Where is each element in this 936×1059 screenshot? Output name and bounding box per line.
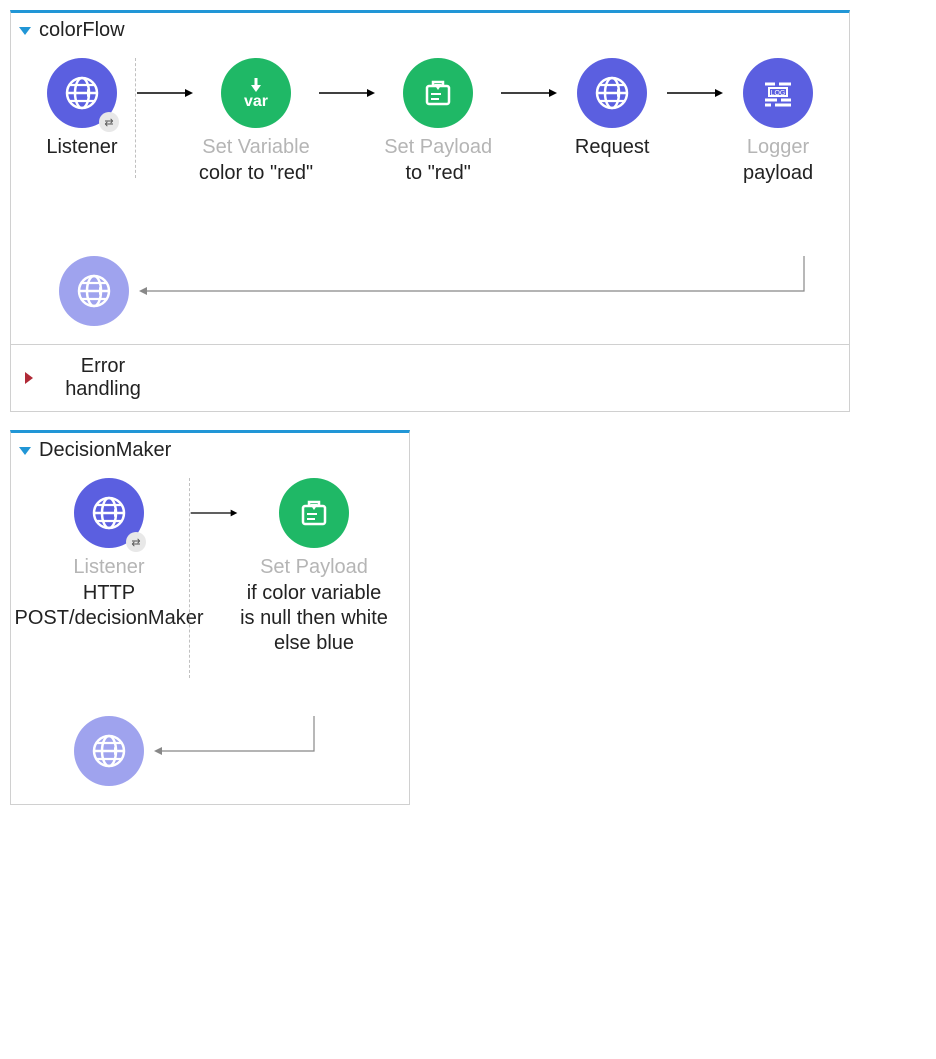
node-sublabel: HTTP POST/decisionMaker bbox=[15, 581, 204, 631]
node-label: Logger bbox=[747, 136, 809, 159]
set-payload-icon bbox=[279, 478, 349, 548]
response-row bbox=[29, 716, 391, 786]
response-icon[interactable] bbox=[74, 716, 144, 786]
exchange-badge-icon: ⇄ bbox=[99, 112, 119, 132]
return-connector bbox=[154, 716, 374, 786]
caret-down-icon bbox=[19, 27, 31, 35]
set-variable-icon bbox=[221, 58, 291, 128]
node-label: Listener bbox=[46, 136, 117, 159]
listener-icon: ⇄ bbox=[47, 58, 117, 128]
error-label: Error handling bbox=[53, 355, 153, 401]
flow-title: DecisionMaker bbox=[39, 439, 171, 462]
arrow-icon bbox=[499, 58, 559, 128]
node-label: Set Payload bbox=[384, 136, 492, 159]
node-sublabel: if color variable is null then white els… bbox=[239, 581, 389, 656]
node-listener[interactable]: ⇄ Listener HTTP POST/decisionMaker bbox=[29, 478, 189, 631]
node-label: Set Payload bbox=[260, 556, 368, 579]
request-icon bbox=[577, 58, 647, 128]
flow-body: ⇄ Listener Set Variable color to "red" bbox=[11, 48, 849, 344]
node-set-variable[interactable]: Set Variable color to "red" bbox=[195, 58, 317, 186]
flow-decisionmaker-panel: DecisionMaker ⇄ Listener HTTP POST/decis… bbox=[10, 430, 410, 805]
flow-colorflow-panel: colorFlow ⇄ Listener Set Variable bbox=[10, 10, 850, 412]
flow-body: ⇄ Listener HTTP POST/decisionMaker Set P… bbox=[11, 468, 409, 804]
node-label: Request bbox=[575, 136, 650, 159]
response-row bbox=[29, 256, 831, 326]
node-label: Set Variable bbox=[202, 136, 309, 159]
arrow-icon bbox=[135, 58, 195, 128]
arrow-icon bbox=[665, 58, 725, 128]
return-connector bbox=[139, 256, 819, 326]
node-logger[interactable]: Logger payload bbox=[725, 58, 831, 186]
node-listener[interactable]: ⇄ Listener bbox=[29, 58, 135, 159]
node-request[interactable]: Request bbox=[559, 58, 665, 159]
logger-icon bbox=[743, 58, 813, 128]
flow-header[interactable]: colorFlow bbox=[11, 13, 849, 48]
node-sublabel: color to "red" bbox=[199, 161, 313, 186]
flow-title: colorFlow bbox=[39, 19, 125, 42]
node-sublabel: to "red" bbox=[405, 161, 470, 186]
listener-icon: ⇄ bbox=[74, 478, 144, 548]
node-set-payload[interactable]: Set Payload to "red" bbox=[377, 58, 499, 186]
exchange-badge-icon: ⇄ bbox=[126, 532, 146, 552]
response-icon[interactable] bbox=[59, 256, 129, 326]
caret-down-icon bbox=[19, 447, 31, 455]
node-set-payload[interactable]: Set Payload if color variable is null th… bbox=[239, 478, 389, 656]
flow-row-main: ⇄ Listener HTTP POST/decisionMaker Set P… bbox=[29, 478, 391, 656]
arrow-icon bbox=[317, 58, 377, 128]
error-handling-row[interactable]: Error handling bbox=[11, 344, 849, 411]
flow-header[interactable]: DecisionMaker bbox=[11, 433, 409, 468]
node-label: Listener bbox=[73, 556, 144, 579]
caret-right-icon bbox=[25, 372, 33, 384]
set-payload-icon bbox=[403, 58, 473, 128]
arrow-icon bbox=[189, 478, 239, 548]
node-sublabel: payload bbox=[743, 161, 813, 186]
flow-row-main: ⇄ Listener Set Variable color to "red" bbox=[29, 58, 831, 186]
